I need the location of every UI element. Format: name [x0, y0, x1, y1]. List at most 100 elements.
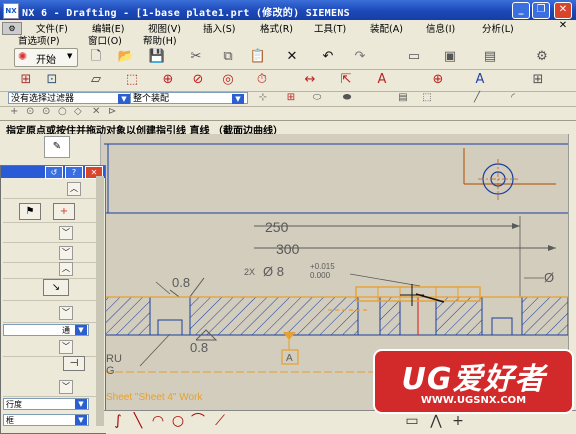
undo-icon[interactable]: ↶ [318, 48, 338, 66]
display-icon[interactable]: ▣ [440, 48, 460, 66]
fillet-icon[interactable]: ⌒ [190, 413, 206, 430]
copy-icon[interactable]: ⧉ [218, 48, 238, 66]
dimension-icon[interactable]: ↔ [300, 71, 320, 89]
break-view-icon[interactable]: ⏱ [252, 71, 272, 89]
select-line-icon[interactable]: ╱ [470, 89, 484, 107]
crosshair-icon[interactable]: ⊕ [428, 71, 448, 89]
section-gap-middle [357, 296, 381, 336]
chevron-down-icon[interactable]: ▼ [118, 94, 130, 104]
projected-view-icon[interactable]: ⊕ [158, 71, 178, 89]
chevron-down-icon[interactable]: ▼ [75, 399, 87, 409]
rectangle-icon[interactable]: ▭ [404, 413, 420, 430]
section-view-icon[interactable]: ⊘ [188, 71, 208, 89]
select-curve-icon[interactable]: ⬭ [310, 89, 324, 107]
settings-icon[interactable]: ⚙ [532, 48, 552, 66]
dialog-reset-icon[interactable]: ↺ [45, 166, 63, 179]
open-folder-icon[interactable]: 📂 [116, 48, 136, 66]
chevron-down-icon[interactable]: ▼ [75, 415, 87, 425]
assembly-scope-select[interactable]: 整个装配 [130, 92, 248, 104]
selection-filter-select[interactable]: 没有选择过滤器 [8, 92, 132, 104]
start-icon: ✺ [18, 50, 28, 63]
delete-icon[interactable]: ✕ [282, 48, 302, 66]
fragment-text-1: RU [106, 353, 122, 365]
snap-toolbar: + ⊙ ⊙ ○ ◇ ✕ ⊳ [0, 106, 576, 121]
menu-bar: ⚙ 文件(F) 编辑(E) 视图(V) 插入(S) 格式(R) 工具(T) 装配… [0, 20, 576, 35]
dim-250-text: 250 [265, 219, 289, 235]
view-tool-icon[interactable]: ⊡ [42, 71, 62, 89]
quadrant-snap-icon[interactable]: ◇ [74, 106, 82, 117]
dialog-row-f: ﹀ [3, 338, 101, 357]
nx-app-icon[interactable]: NX [3, 3, 19, 19]
dialog-scrollbar[interactable] [96, 176, 104, 426]
roughness-1-text: 0.8 [172, 275, 190, 290]
hole-dia-text: Ø 8 [263, 264, 284, 279]
watermark-title: UG爱好者 [401, 362, 546, 397]
part-navigator-icon[interactable]: ✎ [44, 136, 70, 158]
start-button[interactable]: ✺ 开始 ▼ [14, 48, 78, 67]
roughness-2-leader [139, 333, 171, 367]
arc-icon[interactable]: ◠ [150, 413, 166, 430]
polyline-icon[interactable]: ⋀ [428, 413, 444, 430]
select-region-icon[interactable]: ⬚ [420, 89, 434, 107]
note-icon[interactable]: ⇱ [336, 71, 356, 89]
roughness-1-leader [155, 281, 171, 295]
select-arc-icon[interactable]: ◜ [506, 89, 520, 107]
dialog-origin-row: ⚑ + [3, 200, 101, 223]
chevron-down-icon[interactable]: ﹀ [59, 306, 73, 320]
origin-tool-icon[interactable]: ⚑ [19, 203, 41, 220]
line-icon[interactable]: ╲ [130, 413, 146, 430]
cut-icon[interactable]: ✂ [186, 48, 206, 66]
fragment-text-2: G [106, 365, 115, 377]
save-icon[interactable]: 💾 [147, 48, 167, 66]
dialog-section-header: ︿ [3, 180, 101, 199]
chamfer-icon[interactable]: ⟋ [212, 413, 228, 430]
restore-button[interactable]: ❐ [532, 2, 550, 19]
select-feature-icon[interactable]: ⊞ [284, 89, 298, 107]
select-face-icon[interactable]: ▤ [396, 89, 410, 107]
hole-leader-line [349, 273, 421, 287]
dialog-row-d: ↘ [3, 276, 101, 301]
sheet-label: Sheet "Sheet 4" Work [106, 392, 203, 403]
symbol-button[interactable]: ⊣ [63, 356, 85, 371]
navigator-tabs: ✎ [0, 134, 101, 166]
chevron-down-icon[interactable]: ﹀ [59, 246, 73, 260]
section-slot-left [157, 319, 183, 336]
sheet-icon[interactable]: ▱ [86, 71, 106, 89]
new-file-icon[interactable]: 🗋 [86, 48, 106, 66]
chevron-down-icon[interactable]: ﹀ [59, 340, 73, 354]
select-body-icon[interactable]: ⬬ [340, 89, 354, 107]
chevron-down-icon[interactable]: ▼ [75, 325, 87, 335]
annotation-icon[interactable]: A [372, 71, 392, 89]
intersection-snap-icon[interactable]: ✕ [92, 106, 100, 117]
preview-icon[interactable]: ▭ [404, 48, 424, 66]
table-icon[interactable]: ⊞ [528, 71, 548, 89]
center-snap-icon[interactable]: ○ [58, 106, 67, 117]
close-part-icon[interactable]: ✕ [554, 20, 572, 34]
close-button[interactable]: ✕ [554, 2, 572, 19]
anchor-icon[interactable]: + [53, 203, 75, 220]
title-bar: NX NX 6 - Drafting - [1-base plate1.prt … [0, 0, 576, 20]
spline-icon[interactable]: ∫ [110, 413, 126, 430]
detail-view-icon[interactable]: ◎ [218, 71, 238, 89]
circle-icon[interactable]: ○ [170, 413, 186, 430]
text-style-icon[interactable]: A [470, 71, 490, 89]
midpoint-snap-icon[interactable]: ⊙ [42, 106, 50, 117]
dialog-help-icon[interactable]: ? [65, 166, 83, 179]
chevron-up-icon[interactable]: ︿ [67, 182, 81, 196]
layer-icon[interactable]: ▤ [480, 48, 500, 66]
snap-icon[interactable]: ⊹ [256, 89, 270, 107]
endpoint-snap-icon[interactable]: ⊙ [26, 106, 34, 117]
point-snap-icon[interactable]: + [10, 106, 18, 117]
chevron-down-icon[interactable]: ▼ [232, 94, 244, 104]
chevron-down-icon[interactable]: ﹀ [59, 380, 73, 394]
chevron-up-icon[interactable]: ︿ [59, 262, 73, 276]
paste-icon[interactable]: 📋 [248, 48, 268, 66]
tangent-snap-icon[interactable]: ⊳ [108, 106, 116, 117]
drafting-tool-icon[interactable]: ⊞ [16, 71, 36, 89]
leader-style-icon[interactable]: ↘ [43, 279, 69, 296]
minimize-button[interactable]: _ [512, 2, 530, 19]
base-view-icon[interactable]: ⬚ [122, 71, 142, 89]
redo-icon[interactable]: ↷ [350, 48, 370, 66]
chevron-down-icon[interactable]: ﹀ [59, 226, 73, 240]
point-icon[interactable]: + [450, 413, 466, 430]
